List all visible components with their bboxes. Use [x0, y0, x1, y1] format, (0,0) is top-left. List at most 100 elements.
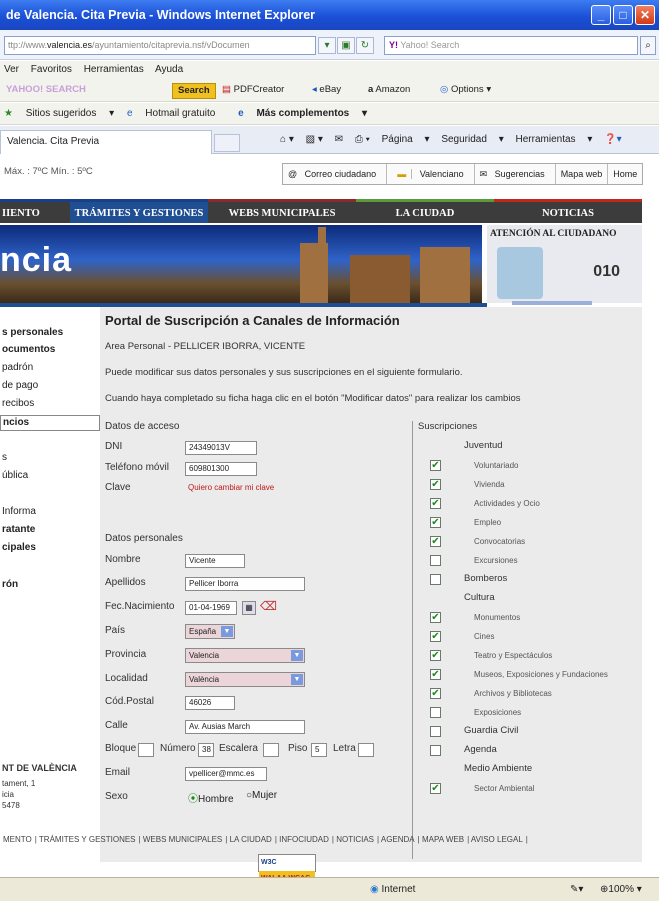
phone-field[interactable]: 609801300	[185, 462, 257, 476]
footer-link[interactable]: MAPA WEB	[422, 835, 464, 844]
mail-icon[interactable]: ✉	[335, 134, 343, 145]
nav-noticias[interactable]: NOTICIAS	[494, 199, 642, 223]
localidad-select[interactable]: València ▼	[185, 672, 305, 687]
footer-link[interactable]: LA CIUDAD	[230, 835, 272, 844]
cmd-pagina[interactable]: Página ▾	[382, 134, 430, 145]
subscription-checkbox[interactable]: ✔	[430, 650, 441, 661]
footer-link[interactable]: MENTO	[3, 835, 32, 844]
calendar-icon[interactable]: ▦	[242, 601, 256, 615]
search-input[interactable]: Y! Yahoo! Search	[384, 36, 638, 55]
dni-field[interactable]: 24349013V	[185, 441, 257, 455]
cp-field[interactable]: 46026	[185, 696, 235, 710]
subscription-checkbox[interactable]: ✔	[430, 536, 441, 547]
subscription-checkbox[interactable]: ✔	[430, 688, 441, 699]
eraser-icon[interactable]: ⌫	[260, 599, 277, 613]
menu-ver[interactable]: Ver	[4, 64, 19, 75]
nombre-field[interactable]: Vicente	[185, 554, 245, 568]
bloque-field[interactable]	[138, 743, 154, 757]
subscription-checkbox[interactable]: ✔	[430, 631, 441, 642]
nav-tramites[interactable]: TRÁMITES Y GESTIONES	[70, 199, 208, 223]
url-field[interactable]: ttp://www.valencia.es/ayuntamiento/citap…	[4, 36, 316, 55]
footer-link[interactable]: TRÁMITES Y GESTIONES	[39, 835, 136, 844]
sidebar-item-informa[interactable]: Informa	[0, 506, 100, 517]
change-password-link[interactable]: Quiero cambiar mi clave	[188, 483, 274, 492]
sidebar-item-recibos[interactable]: recibos	[0, 398, 100, 409]
subscription-checkbox[interactable]	[430, 555, 441, 566]
numero-field[interactable]: 38	[198, 743, 214, 757]
sidebar-item-publica[interactable]: ública	[0, 470, 100, 481]
calle-field[interactable]: Av. Ausias March	[185, 720, 305, 734]
subscription-checkbox[interactable]: ✔	[430, 669, 441, 680]
sidebar-item-pago[interactable]: de pago	[0, 380, 100, 391]
feeds-icon[interactable]: ▧ ▾	[306, 134, 323, 145]
pdfcreator-button[interactable]: ▤ PDFCreator	[222, 83, 284, 97]
yahoo-search-button[interactable]: Search	[172, 83, 216, 99]
minimize-button[interactable]: _	[591, 5, 611, 25]
print-icon[interactable]: ⎙ ▾	[355, 134, 370, 145]
tab-current[interactable]: Valencia. Cita Previa	[0, 130, 212, 154]
fav-complementos[interactable]: e Más complementos ▾	[238, 108, 367, 119]
link-sugerencias[interactable]: ✉ Sugerencias	[475, 164, 556, 184]
help-icon[interactable]: ❓▾	[604, 134, 621, 145]
ebay-button[interactable]: ◂ eBay	[312, 83, 341, 97]
search-go-icon[interactable]: ⌕	[640, 36, 656, 55]
link-mapa-web[interactable]: Mapa web	[556, 164, 609, 184]
link-correo[interactable]: @ Correo ciudadano	[283, 164, 388, 184]
zoom-control[interactable]: ⊕100% ▾	[600, 883, 642, 897]
apellidos-field[interactable]: Pellicer Iborra	[185, 577, 305, 591]
options-button[interactable]: ◎ Options ▾	[440, 83, 491, 97]
footer-link[interactable]: AVISO LEGAL	[471, 835, 523, 844]
fav-sitios[interactable]: ★ Sitios sugeridos ▾	[4, 108, 114, 119]
sidebar-item-municipales[interactable]: cipales	[0, 542, 100, 553]
footer-link[interactable]: AGENDA	[381, 835, 415, 844]
nav-webs-municipales[interactable]: WEBS MUNICIPALES	[208, 199, 356, 223]
home-icon[interactable]: ⌂ ▾	[280, 134, 294, 145]
dropdown-icon[interactable]: ▾	[318, 37, 336, 54]
menu-ayuda[interactable]: Ayuda	[155, 64, 183, 75]
pais-select[interactable]: España ▼	[185, 624, 235, 639]
subscription-checkbox[interactable]: ✔	[430, 460, 441, 471]
sidebar-item-padron[interactable]: padrón	[0, 362, 100, 373]
close-button[interactable]: ✕	[635, 5, 655, 25]
subscription-checkbox[interactable]: ✔	[430, 783, 441, 794]
protected-mode-icon[interactable]: ✎▾	[570, 883, 583, 897]
sidebar-item-s[interactable]: s	[0, 452, 100, 463]
wai-badge[interactable]: W3CWAI-AA WCAG 1.0	[258, 854, 316, 901]
refresh-icon[interactable]: ↻	[356, 37, 374, 54]
subscription-checkbox[interactable]: ✔	[430, 479, 441, 490]
escalera-field[interactable]	[263, 743, 279, 757]
amazon-button[interactable]: a Amazon	[368, 83, 410, 97]
fecha-field[interactable]: 01-04-1969	[185, 601, 237, 615]
cmd-herramientas[interactable]: Herramientas ▾	[516, 134, 593, 145]
sidebar-item-documentos[interactable]: ocumentos	[0, 344, 100, 355]
subscription-checkbox[interactable]: ✔	[430, 612, 441, 623]
subscription-checkbox[interactable]: ✔	[430, 517, 441, 528]
subscription-checkbox[interactable]	[430, 745, 441, 756]
email-field[interactable]: vpellicer@mmc.es	[185, 767, 267, 781]
sexo-radio-hombre[interactable]: ⦿Hombre	[188, 790, 234, 805]
sidebar-item-contratante[interactable]: ratante	[0, 524, 100, 535]
menu-favoritos[interactable]: Favoritos	[31, 64, 72, 75]
subscription-checkbox[interactable]	[430, 574, 441, 585]
subscription-checkbox[interactable]	[430, 707, 441, 718]
new-tab-button[interactable]	[214, 134, 240, 152]
link-valenciano[interactable]: ▬ Valenciano	[387, 164, 475, 184]
sidebar-item-padron-2[interactable]: rón	[0, 579, 100, 590]
sidebar-item-anuncios[interactable]: ncios	[0, 415, 100, 431]
fav-hotmail[interactable]: e Hotmail gratuito	[127, 108, 225, 119]
footer-link[interactable]: INFOCIUDAD	[279, 835, 329, 844]
footer-link[interactable]: WEBS MUNICIPALES	[143, 835, 222, 844]
letra-field[interactable]	[358, 743, 374, 757]
nav-ayuntamiento[interactable]: IIENTO	[0, 199, 70, 223]
link-home[interactable]: Home	[608, 164, 642, 184]
sexo-radio-mujer[interactable]: ○Mujer	[246, 790, 277, 801]
provincia-select[interactable]: Valencia ▼	[185, 648, 305, 663]
sidebar-item-datos[interactable]: s personales	[0, 327, 100, 338]
compat-icon[interactable]: ▣	[337, 37, 355, 54]
nav-la-ciudad[interactable]: LA CIUDAD	[356, 199, 494, 223]
piso-field[interactable]: 5	[311, 743, 327, 757]
attention-box[interactable]: ATENCIÓN AL CIUDADANO 010	[487, 225, 642, 303]
maximize-button[interactable]: □	[613, 5, 633, 25]
subscription-checkbox[interactable]	[430, 726, 441, 737]
menu-herramientas[interactable]: Herramientas	[84, 64, 144, 75]
